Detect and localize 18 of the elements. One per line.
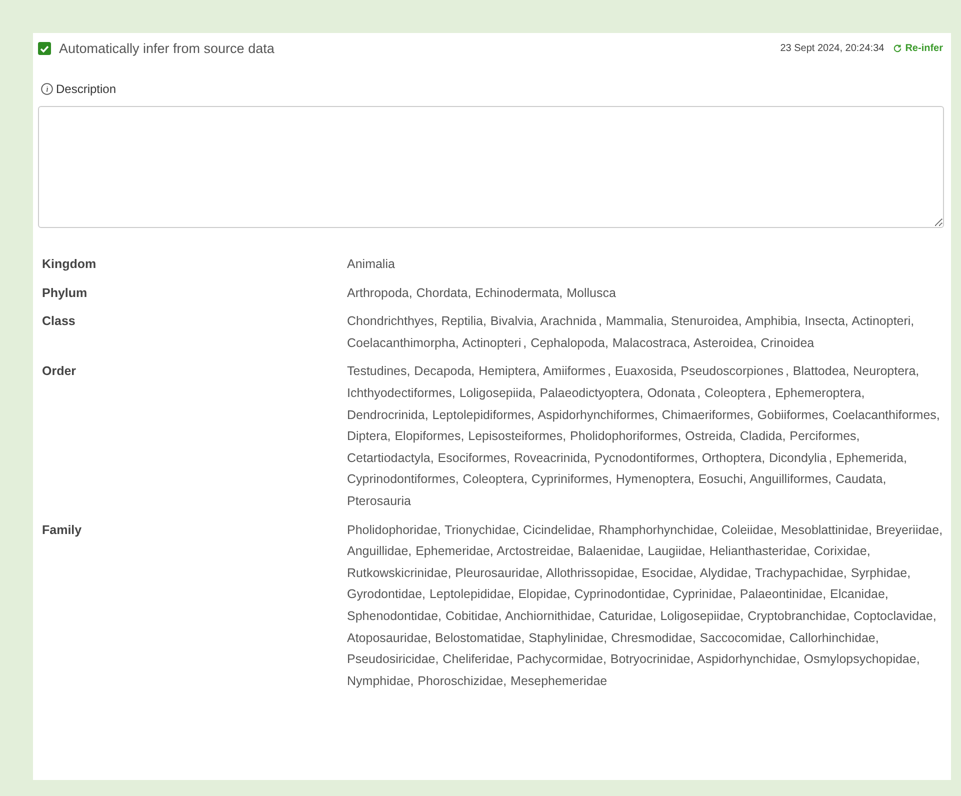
field-value: Arthropoda, Chordata, Echinodermata, Mollusca bbox=[347, 284, 617, 302]
field-value: Pholidophoridae, Trionychidae, Cicindelidae, Rhamphorhynchidae, Coleiidae, Mesoblattinidae, Breyeriidae, Anguillidae, Ephemeridae, Arctostreidae, Balaenidae, Laugiidae, Helianthasteridae, Corixidae, Rutkowskicrinidae, Pleurosauridae, Allothrissopidae, Esocidae, Alydidae, Trachypachidae, Syrphidae, Gyrodontidae, Leptolepididae, Elopidae, Cyprinodontidae, Cyprinidae, Palaeontinidae, Elcanidae, Sphenodontidae, Cobitidae, Anchiornithidae, Caturidae, Loligosepiidae, Cryptobranchidae, Coptoclavidae, Atoposauridae, Belostomatidae, Staphylinidae, Chresmodidae, Saccocomidae, Callorhinchidae, Pseudosiricidae, Cheliferidae, Pachycormidae, Botryocrinidae, Aspidorhynchidae, Osmylopsychopidae, Nymphidae, Phoroschizidae, Mesephemeridae bbox=[347, 522, 944, 690]
field-label: Order bbox=[42, 363, 78, 380]
description-field[interactable] bbox=[38, 106, 944, 228]
checkbox[interactable] bbox=[38, 42, 51, 55]
field-label: Kingdom bbox=[42, 256, 98, 273]
field-label: Phylum bbox=[42, 284, 88, 302]
reinfer-link[interactable]: Re-infer bbox=[893, 43, 943, 54]
field-value: Chondrichthyes, Reptilia, Bivalvia, Arachnida , Mammalia, Stenuroidea, Amphibia, Insecta, Actinopteri, Coelacanthimorpha, Actinopteri , Cephalopoda, Malacostraca, Asteroidea, Crinoidea bbox=[347, 313, 916, 352]
field-label: Class bbox=[42, 313, 76, 330]
refresh-icon bbox=[893, 44, 902, 53]
timestamp: 23 Sept 2024, 20:24:34 bbox=[780, 43, 884, 54]
field-label: Family bbox=[42, 522, 83, 539]
info-icon bbox=[41, 83, 53, 95]
field-value: Testudines, Decapoda, Hemiptera, Amiiformes , Euaxosida, Pseudoscorpiones , Blattodea, Neuroptera, Ichthyodectiformes, Loligosepiida, Palaeodictyoptera, Odonata , Coleoptera , Ephemeroptera, Dendrocrinida, Leptolepidiformes, Aspidorhynchiformes, Chimaeriformes, Gobiiformes, Coelacanthiformes, Diptera, Elopiformes, Lepisosteiformes, Pholidophoriformes, Ostreida, Cladida, Perciformes, Cetartiodactyla, Esociformes, Roveacrinida, Pycnodontiformes, Orthoptera, Dicondylia , Ephemerida, Cyprinodontiformes, Coleoptera, Cypriniformes, Hymenoptera, Eosuchi, Anguilliformes, Caudata, Pterosauria bbox=[347, 363, 941, 510]
description-label: Description bbox=[56, 82, 116, 96]
field-value: Animalia bbox=[347, 256, 396, 273]
checkbox-label: Automatically infer from source data bbox=[59, 41, 274, 56]
